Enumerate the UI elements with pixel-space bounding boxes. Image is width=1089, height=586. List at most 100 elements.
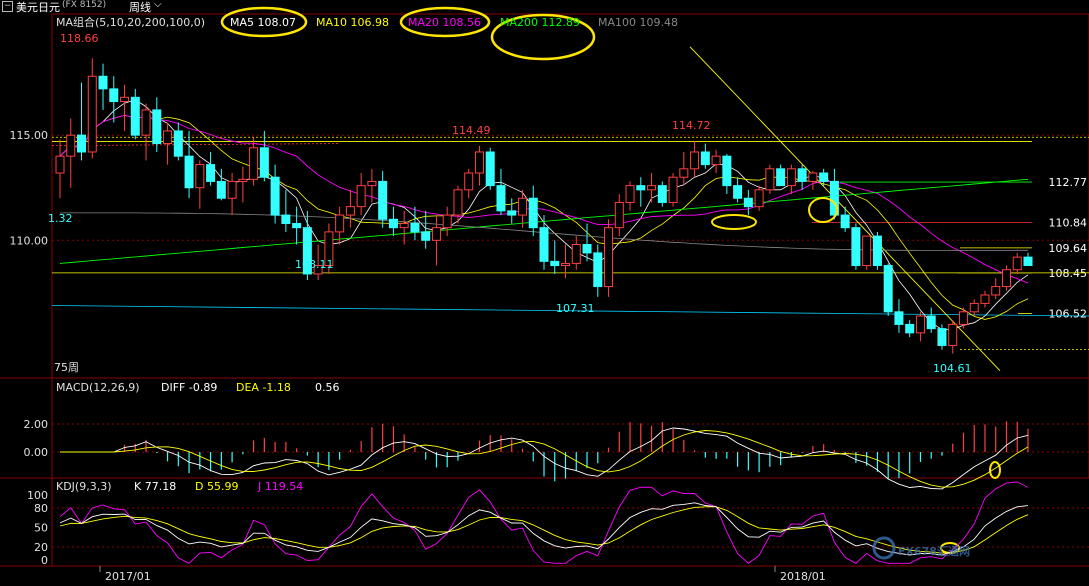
candle-up [367, 180, 377, 187]
candle-down [776, 168, 786, 187]
candle-down [872, 235, 882, 267]
ma-legend-item: MA200 112.89 [500, 16, 580, 29]
macd-diff-value: DIFF -0.89 [161, 381, 217, 394]
candle-down [216, 180, 226, 199]
candle-up [87, 75, 97, 153]
candle-up [948, 323, 958, 346]
candle-down [593, 252, 603, 288]
candle-up [442, 214, 452, 229]
level-label: 106.52 [1049, 307, 1088, 320]
kdj-title: KDJ(9,3,3) [56, 480, 112, 493]
candle-up [464, 172, 474, 191]
candle-down [733, 185, 743, 199]
candle-up [227, 180, 237, 199]
ma-group-label: MA组合(5,10,20,200,100,0) [56, 15, 205, 29]
candle-down [152, 109, 162, 145]
candle-up [625, 185, 635, 203]
price-axis-label: 110.00 [10, 234, 49, 247]
kdj-axis-label: 20 [34, 541, 48, 554]
main-panel-frame [51, 13, 1089, 479]
candle-down [937, 328, 947, 346]
price-annotation: 107.31 [556, 302, 595, 315]
candle-down [259, 147, 269, 178]
candle-down [722, 155, 732, 187]
candle-up [249, 147, 259, 180]
candle-down [388, 218, 398, 229]
kdj-k-value: K 77.18 [134, 480, 176, 493]
candle-down [184, 155, 194, 189]
level-label: 112.77 [1049, 176, 1088, 189]
highlight-circle [989, 461, 1001, 479]
highlight-circle [711, 214, 757, 230]
candle-down [173, 130, 183, 157]
chevron-down-icon[interactable]: ⌵ [154, 0, 162, 10]
macd-axis-label: 2.00 [24, 418, 49, 431]
kdj-axis-label: 80 [34, 502, 48, 515]
ma-legend-item: MA100 109.48 [598, 16, 678, 29]
candle-up [969, 302, 979, 313]
candle-down [77, 134, 87, 153]
price-annotation: 114.72 [672, 119, 711, 132]
candle-down [657, 185, 667, 203]
candle-down [905, 323, 915, 334]
macd-dea-value: DEA -1.18 [236, 381, 291, 394]
candle-up [1001, 269, 1011, 288]
candle-up [980, 294, 990, 304]
price-annotation: 108.11 [295, 258, 334, 271]
price-annotation: 114.49 [452, 124, 491, 137]
macd-value: 0.56 [315, 381, 340, 394]
candle-down [582, 244, 592, 254]
symbol-code: (FX 8152) [62, 0, 107, 10]
ma5-line [59, 99, 1029, 330]
expand-icon[interactable]: − [2, 1, 13, 12]
price-annotation: 75周 [54, 361, 79, 374]
candle-down [292, 222, 302, 229]
price-annotation: 104.61 [933, 362, 972, 375]
candle-down [281, 214, 291, 224]
price-annotation: 1.32 [48, 212, 73, 225]
price-chart[interactable]: 115.00 110.00 112.77 110.84 109.64 108.45 106.… [0, 0, 1089, 586]
candle-down [507, 210, 517, 216]
level-label: 109.64 [1049, 242, 1088, 255]
price-annotation: 118.66 [60, 32, 99, 45]
kdj-axis-label: 50 [34, 522, 48, 535]
watermark-text: FX678汇通网 [898, 545, 970, 558]
candle-down [1023, 256, 1033, 267]
candle-up [474, 151, 484, 174]
candle-up [141, 109, 151, 136]
candle-down [410, 222, 420, 233]
candle-up [55, 155, 65, 174]
candle-down [421, 231, 431, 241]
candle-down [206, 164, 216, 182]
candle-up [345, 206, 355, 216]
candle-up [915, 315, 925, 334]
candle-down [539, 227, 549, 262]
candle-down [819, 172, 829, 182]
candle-up [195, 164, 205, 189]
candle-up [399, 222, 409, 229]
candle-up [163, 130, 173, 145]
macd-title: MACD(12,26,9) [56, 381, 140, 394]
level-label: 110.84 [1049, 217, 1088, 230]
candle-down [743, 197, 753, 208]
period-selector[interactable]: 周线 [129, 0, 151, 15]
candle-up [668, 176, 678, 203]
candle-up [561, 262, 571, 267]
candle-down [130, 96, 140, 136]
time-axis-label: 2018/01 [780, 570, 826, 583]
kdj-j-line [59, 481, 1029, 564]
candle-up [808, 172, 818, 182]
ma-legend-item: MA5 108.07 [230, 16, 296, 29]
ma-legend-item: MA10 106.98 [316, 16, 389, 29]
candle-up [614, 201, 624, 229]
candle-up [862, 235, 872, 267]
candle-up [754, 189, 764, 208]
symbol-title-bar[interactable]: − 美元日元 (FX 8152) 周线 ⌵ [2, 0, 242, 14]
candle-down [797, 168, 807, 182]
candle-down [926, 315, 936, 330]
candle-down [894, 311, 904, 325]
candle-up [517, 197, 527, 216]
ma-legend-item: MA20 108.56 [408, 16, 481, 29]
candle-down [700, 151, 710, 166]
candle-down [851, 227, 861, 267]
